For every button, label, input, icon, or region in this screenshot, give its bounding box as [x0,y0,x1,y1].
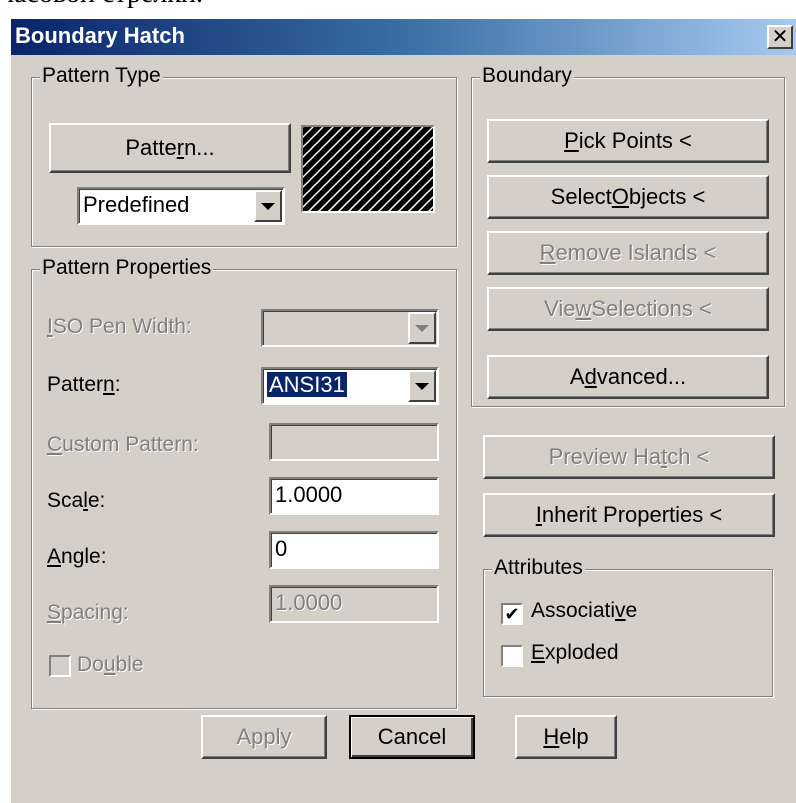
spacing-input[interactable]: 1.0000 [269,585,439,623]
angle-label: Angle: [47,545,107,568]
custom-pattern-label: Custom Pattern: [47,433,199,456]
iso-pen-width-label: ISO Pen Width: [47,315,192,338]
dropdown-arrow-icon[interactable] [408,370,436,402]
boundary-label: Boundary [480,64,574,88]
dropdown-arrow-icon[interactable] [254,190,282,222]
double-label: Double [77,653,144,676]
associative-label: Associative [531,599,638,622]
apply-button[interactable]: Apply [201,715,327,759]
checkmark-icon: ✔ [504,604,520,624]
iso-pen-width-combo[interactable] [261,309,439,347]
pattern-properties-label: Pattern Properties [40,256,214,280]
window-title: Boundary Hatch [15,23,185,48]
attributes-label: Attributes [492,556,585,580]
attributes-group: Attributes [483,556,773,697]
spacing-label: Spacing: [47,601,129,624]
remove-islands-button[interactable]: Remove Islands < [487,231,769,275]
hatch-preview [301,125,435,213]
scale-label: Scale: [47,489,106,512]
exploded-checkbox[interactable] [501,645,523,667]
advanced-button[interactable]: Ad vanced... [487,355,769,399]
inherit-properties-button[interactable]: Inherit Properties < [483,493,775,537]
exploded-label: Exploded [531,641,619,664]
pattern-name-combo[interactable]: ANSI31 [261,367,439,405]
pick-points-button[interactable]: Pick Points < [487,119,769,163]
view-selections-button[interactable]: Vie w Selections < [487,287,769,331]
double-checkbox[interactable] [49,655,71,677]
help-button[interactable]: Help [515,715,617,759]
pattern-label: Pattern: [47,373,121,396]
preview-hatch-button[interactable]: Preview Ha t ch < [483,435,775,479]
pattern-button[interactable]: Patte r n... [49,123,291,173]
hatch-swatch-icon [303,127,433,211]
scale-input[interactable]: 1.0000 [269,477,439,515]
boundary-hatch-dialog: Boundary Hatch ✕ Pattern Type Patte r n...… [10,18,796,803]
angle-input[interactable]: 0 [269,531,439,569]
close-icon: ✕ [771,26,789,48]
title-bar[interactable]: Boundary Hatch ✕ [11,19,796,55]
cancel-button[interactable]: Cancel [349,715,475,759]
pattern-type-combo[interactable]: Predefined [77,187,285,225]
dropdown-arrow-icon[interactable] [408,312,436,344]
pattern-type-label: Pattern Type [40,64,163,88]
close-button[interactable]: ✕ [767,25,793,49]
custom-pattern-field[interactable] [269,423,439,461]
associative-checkbox[interactable]: ✔ [501,603,523,625]
document-text: часовой стрелки. [0,0,400,18]
select-objects-button[interactable]: Select Objects < [487,175,769,219]
